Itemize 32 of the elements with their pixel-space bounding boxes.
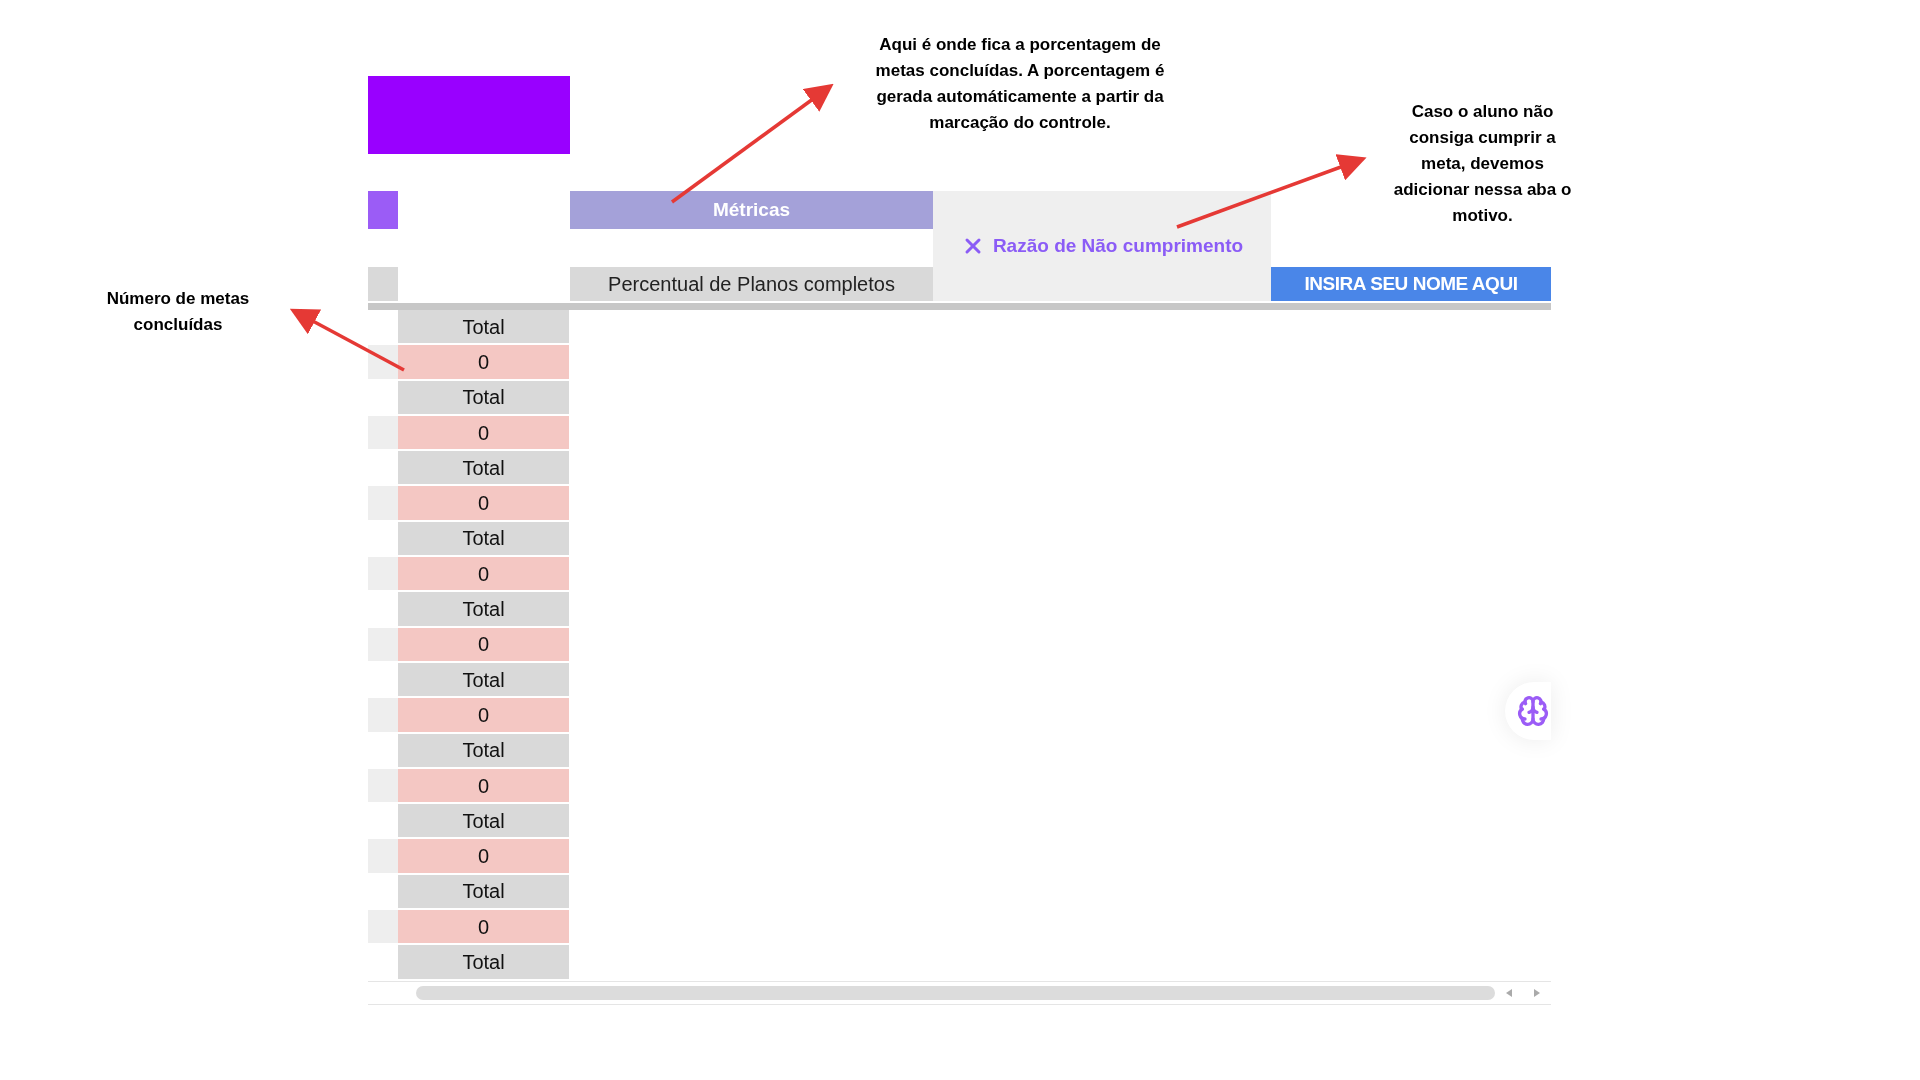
annotation-text: Caso o aluno não consiga cumprir a meta, devemos adicionar nessa aba o motivo. [1392,101,1573,227]
table-cell: 0 [398,557,569,591]
table-cell: Total [398,662,569,697]
table-cell: Total [398,521,569,556]
table-cell: 0 [398,698,569,732]
table-cell: Total [398,451,569,485]
assistant-button[interactable] [1505,682,1551,740]
right-triangle-icon [1534,988,1540,997]
table-cell: Total [398,733,569,767]
table-cell: Total [398,804,569,838]
header-cell: Métricas [570,191,933,229]
left-triangle-icon [1506,988,1512,997]
row-header [368,267,398,301]
annotation-text: Número de metas concluídas [105,288,251,336]
brain-icon [1517,695,1549,727]
sheet-tab[interactable] [368,191,398,229]
scrollbar[interactable] [416,985,1495,1000]
table-cell: Total [398,592,569,626]
table-cell: 0 [398,345,569,379]
table-cell: Total [398,945,569,979]
table-cell: Total [398,380,569,414]
table-cell: 0 [398,910,569,944]
table-cell: 0 [398,768,569,803]
table-cell: 0 [398,415,569,450]
column-header-cell: Percentual de Planos completos [570,267,933,301]
table-cell: 0 [398,839,569,873]
annotation-text: Aqui é onde fica a porcentagem de metas concluídas. A porcentagem é gerada automáticamente a partir da marcação do controle. [874,34,1166,134]
table-cell: Total [398,874,569,909]
table-cell: 0 [398,627,569,661]
name-button[interactable]: INSIRA SEU NOME AQUI [1271,267,1551,301]
table-cell: 0 [398,486,569,520]
table-cell: Total [398,310,569,344]
